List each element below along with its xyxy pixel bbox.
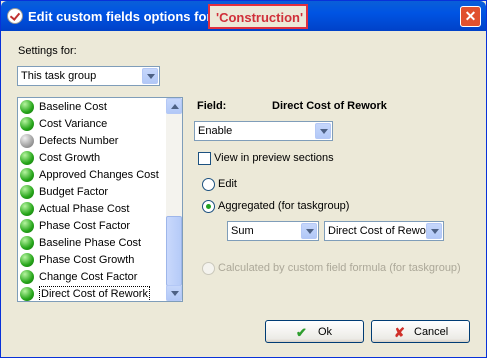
chevron-down-icon[interactable] [142,68,158,84]
chevron-down-icon[interactable] [301,223,317,239]
list-item[interactable]: Approved Changes Cost [18,167,166,184]
enable-select[interactable]: Enable [194,121,333,141]
list-item-label: Change Cost Factor [39,271,138,283]
list-item[interactable]: Baseline Cost [18,99,166,116]
list-item[interactable]: Defects Number [18,133,166,150]
scroll-down-icon[interactable] [166,285,182,301]
list-item[interactable]: Direct Cost of Rework [18,286,166,301]
settings-for-value: This task group [21,70,97,82]
list-item-label: Cost Growth [39,152,101,164]
field-name: Direct Cost of Rework [272,100,387,112]
list-item[interactable]: Phase Cost Factor [18,218,166,235]
list-item[interactable]: Cost Variance [18,116,166,133]
aggregate-function-value: Sum [231,225,254,237]
calculated-radio [202,262,215,275]
cancel-x-icon: ✘ [394,325,405,340]
edit-radio-label[interactable]: Edit [218,178,237,190]
cancel-button[interactable]: ✘ Cancel [371,320,470,343]
grey-status-icon [20,134,34,148]
list-item-label: Budget Factor [39,186,109,198]
checkmark-icon: ✔ [296,325,307,340]
settings-for-label: Settings for: [18,45,77,57]
list-item-label: Direct Cost of Rework [39,286,150,301]
list-item-label: Cost Variance [39,118,108,130]
green-status-icon [20,168,34,182]
settings-for-select[interactable]: This task group [17,66,160,86]
aggregate-source-select[interactable]: Direct Cost of Rewo [324,221,444,241]
list-item[interactable]: Budget Factor [18,184,166,201]
green-status-icon [20,151,34,165]
enable-value: Enable [198,125,233,137]
green-status-icon [20,219,34,233]
title-bar[interactable]: Edit custom fields options for 'Construc… [1,1,486,31]
green-status-icon [20,100,34,114]
list-item[interactable]: Phase Cost Growth [18,252,166,269]
custom-fields-list[interactable]: Baseline Cost Cost Variance Defects Number… [17,97,183,302]
view-preview-label[interactable]: View in preview sections [214,152,334,164]
list-item[interactable]: Cost Growth [18,150,166,167]
list-item-label: Actual Phase Cost [39,203,130,215]
close-button[interactable]: ✕ [460,6,481,27]
ok-button[interactable]: ✔ Ok [265,320,364,343]
list-item[interactable]: Actual Phase Cost [18,201,166,218]
view-preview-checkbox[interactable] [198,152,211,165]
aggregated-radio[interactable] [202,200,215,213]
green-status-icon [20,202,34,216]
chevron-down-icon[interactable] [315,123,331,139]
list-item-label: Baseline Cost [39,101,107,113]
aggregate-function-select[interactable]: Sum [227,221,319,241]
field-label: Field: [197,100,227,112]
green-status-icon [20,236,34,250]
calculated-radio-label: Calculated by custom field formula (for … [218,262,461,274]
list-item-label: Defects Number [39,135,119,147]
scroll-thumb[interactable] [166,216,182,286]
list-item[interactable]: Baseline Phase Cost [18,235,166,252]
aggregated-radio-label[interactable]: Aggregated (for taskgroup) [218,200,349,212]
app-check-icon [7,8,23,24]
green-status-icon [20,117,34,131]
chevron-down-icon[interactable] [426,223,442,239]
list-item-label: Baseline Phase Cost [39,237,142,249]
green-status-icon [20,253,34,267]
edit-radio[interactable] [202,178,215,191]
green-status-icon [20,185,34,199]
scroll-up-icon[interactable] [166,98,182,114]
list-item-label: Phase Cost Growth [39,254,135,266]
list-item-label: Approved Changes Cost [39,169,159,181]
ok-button-label: Ok [318,326,333,338]
title-highlight-box: 'Construction' [208,4,308,29]
cancel-button-label: Cancel [414,326,449,338]
green-status-icon [20,270,34,284]
aggregate-source-value: Direct Cost of Rewo [328,225,426,237]
green-status-icon [20,287,34,301]
window-title: Edit custom fields options for [28,9,212,24]
close-icon: ✕ [464,8,477,24]
title-project-name: 'Construction' [216,10,304,25]
list-item[interactable]: Change Cost Factor [18,269,166,286]
list-item-label: Phase Cost Factor [39,220,131,232]
list-scrollbar[interactable] [166,98,182,301]
dialog-window: Edit custom fields options for 'Construc… [0,0,487,358]
